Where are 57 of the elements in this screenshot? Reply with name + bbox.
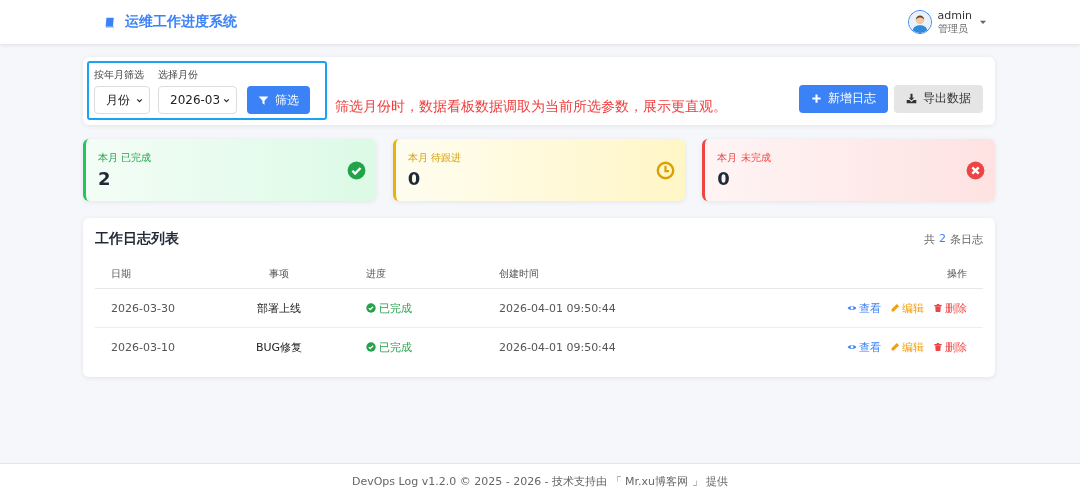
count-label: 条日志 [950, 231, 983, 247]
column-header: 操作 [947, 267, 967, 281]
stat-label: 本月 已完成 [98, 151, 152, 165]
table-cell: 2026-04-01 09:50:44 [499, 301, 616, 315]
export-button[interactable]: 导出数据 [894, 84, 983, 113]
plus-icon [811, 93, 822, 104]
field-label: 选择月份 [158, 68, 199, 82]
app-title: 运维工作进度系统 [125, 13, 237, 31]
view-link[interactable]: 查看 [847, 339, 881, 355]
eye-icon [847, 303, 857, 313]
check-circle-icon [346, 160, 366, 180]
dropdown-field[interactable]: 月份 [94, 86, 150, 114]
column-header: 进度 [366, 267, 386, 281]
column-header: 创建时间 [499, 267, 539, 281]
status-text: 已完成 [379, 339, 412, 355]
table-title: 工作日志列表 [95, 230, 179, 248]
table-cell: 部署上线 [257, 300, 301, 316]
dropdown-field[interactable]: 2026-03 [158, 86, 237, 114]
stat-value: 0 [407, 168, 422, 189]
pencil-icon [890, 303, 900, 313]
table-cell: 2026-03-10 [111, 340, 175, 354]
table-cell: 2026-03-30 [111, 301, 175, 315]
clock-icon [656, 160, 676, 180]
annotation-text: 筛选月份时，数据看板数据调取为当前所选参数，展示更直观。 [335, 98, 727, 116]
field-label: 按年月筛选 [94, 68, 145, 82]
user-name: admin [937, 10, 972, 23]
delete-link[interactable]: 删除 [933, 339, 967, 355]
stat-value: 0 [717, 168, 731, 189]
status-text: 已完成 [379, 300, 412, 316]
cross-circle-icon [966, 160, 985, 180]
column-header: 日期 [111, 267, 131, 281]
download-icon [906, 93, 917, 104]
edit-link[interactable]: 编辑 [890, 339, 924, 355]
filter-button[interactable]: 筛选 [247, 86, 310, 114]
delete-link[interactable]: 删除 [933, 300, 967, 316]
filter-icon [258, 94, 269, 106]
book-icon [104, 15, 117, 29]
avatar[interactable] [907, 10, 932, 34]
trash-icon [933, 303, 943, 313]
stat-label: 本月 待跟进 [407, 151, 461, 165]
table-cell: 2026-04-01 09:50:44 [499, 340, 616, 354]
eye-icon [847, 342, 857, 352]
view-link[interactable]: 查看 [847, 300, 881, 316]
check-circle-icon [366, 303, 376, 313]
log-count: 2 [939, 231, 946, 247]
user-role: 管理员 [937, 22, 969, 34]
edit-link[interactable]: 编辑 [890, 300, 924, 316]
stat-value: 2 [98, 168, 112, 189]
stat-label: 本月 未完成 [717, 151, 771, 165]
count-label: 共 [924, 231, 935, 247]
trash-icon [933, 342, 943, 352]
table-cell: BUG修复 [255, 339, 303, 355]
add-log-button[interactable]: 新增日志 [799, 84, 888, 113]
pencil-icon [890, 342, 900, 352]
check-circle-icon [366, 342, 376, 352]
column-header: 事项 [269, 267, 289, 281]
footer-text: DevOps Log v1.2.0 © 2025 - 2026 - 技术支持由 「 Mr.xu博客网 」 提供 [351, 473, 729, 489]
